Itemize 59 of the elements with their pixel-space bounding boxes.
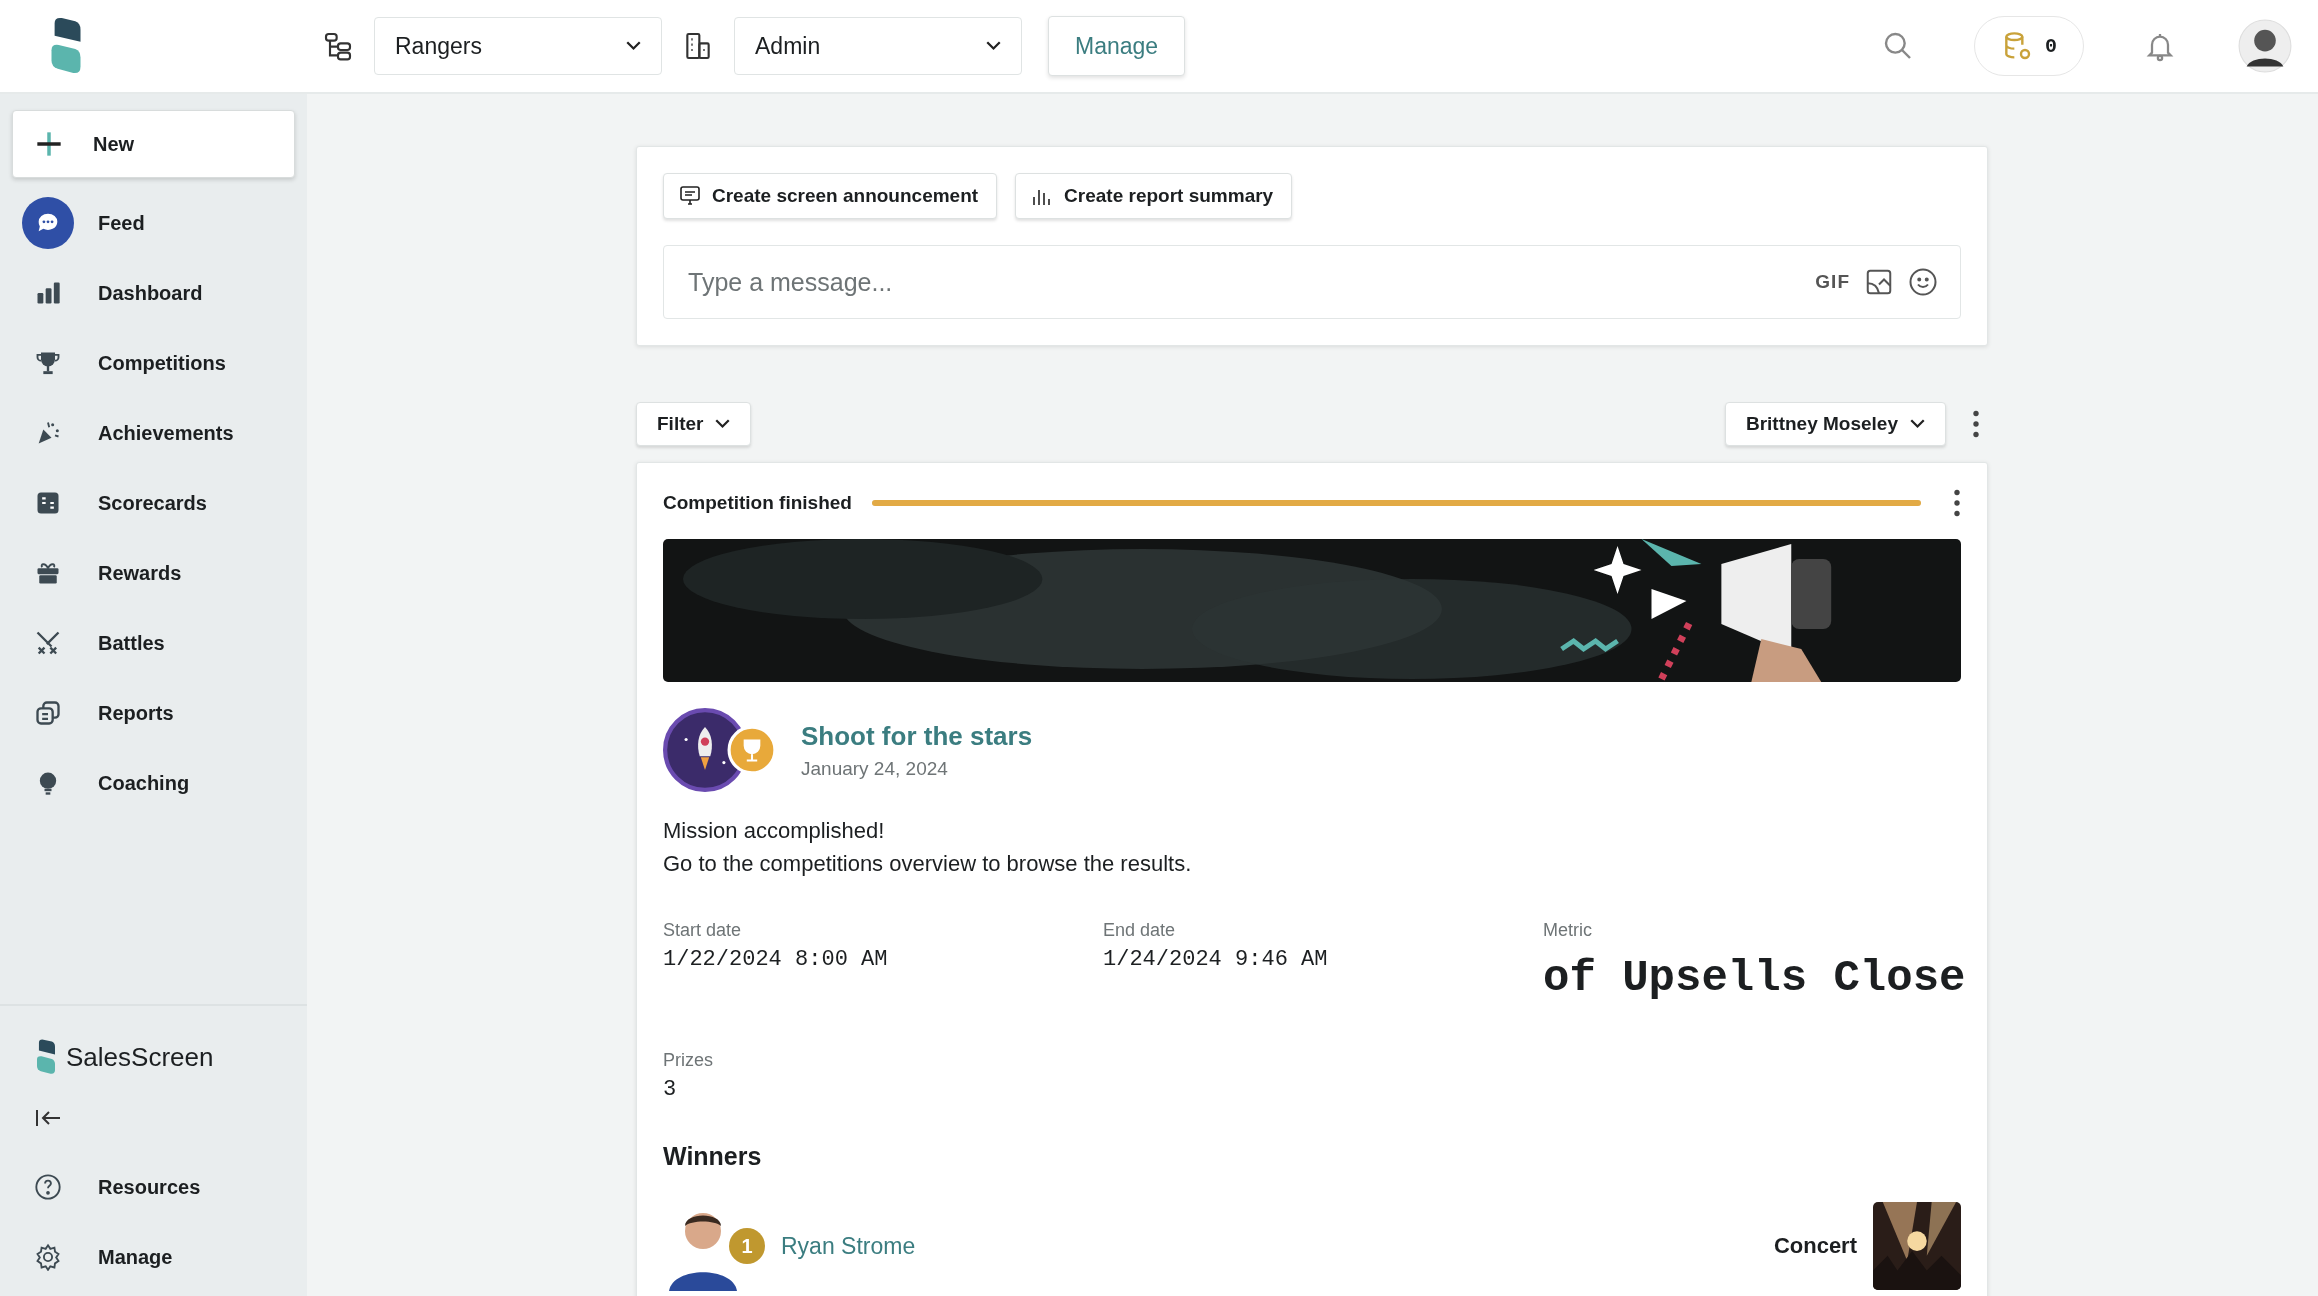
settings-icon [34, 1243, 62, 1271]
brand-name: SalesScreen [66, 1041, 214, 1073]
post-date: January 24, 2024 [801, 757, 949, 780]
nav-item[interactable]: Reports [12, 678, 295, 748]
nav-item[interactable]: Resources [12, 1152, 295, 1222]
nav-item[interactable]: Dashboard [12, 258, 295, 328]
more-icon[interactable] [1953, 489, 1961, 517]
nav-item[interactable]: Rewards [12, 538, 295, 608]
prize-name: Concert [1773, 1233, 1857, 1259]
coins-count: 0 [2045, 34, 2057, 58]
more-icon[interactable] [1972, 410, 1980, 438]
chevron-icon [1910, 419, 1925, 429]
user-select[interactable]: Brittney Moseley [1724, 402, 1946, 446]
detail-value: of Upsells Close [1543, 953, 1966, 1003]
chevron-icon [986, 41, 1001, 51]
image-icon[interactable] [1864, 267, 1894, 297]
nav-item[interactable]: Manage [12, 1222, 295, 1292]
rank-badge: 1 [729, 1228, 765, 1264]
chevron-icon [626, 41, 641, 51]
action-button[interactable]: Create report summary [1015, 173, 1293, 219]
filter-button[interactable]: Filter [636, 402, 752, 446]
crossed-swords-icon [34, 629, 62, 657]
detail-label: Metric [1543, 920, 1593, 941]
collapse-icon[interactable] [34, 1108, 62, 1128]
detail-label: End date [1103, 920, 1177, 941]
plus-icon [35, 130, 63, 158]
role-select[interactable]: Admin [734, 17, 1022, 75]
post-message: Mission accomplished! Go to the competitions overview to browse the results. [663, 817, 1193, 878]
team-select[interactable]: Rangers [374, 17, 662, 75]
detail-value: 1/24/2024 9:46 AM [1103, 947, 1329, 972]
detail-value: 3 [663, 1077, 678, 1102]
nav-item[interactable]: Competitions [12, 328, 295, 398]
screen-icon [678, 184, 702, 208]
chevron-icon [715, 419, 731, 429]
manage-button[interactable]: Manage [1048, 16, 1186, 76]
nav-item[interactable]: Battles [12, 608, 295, 678]
winner-name[interactable]: Ryan Strome [781, 1232, 916, 1260]
winners-heading: Winners [663, 1142, 763, 1171]
avatar-icon[interactable] [2238, 19, 2292, 73]
nav-item[interactable]: Feed [12, 188, 295, 258]
emoji-icon[interactable] [1908, 267, 1938, 297]
help-icon [34, 1173, 62, 1201]
logo-icon [50, 17, 82, 75]
nav-item[interactable]: Coaching [12, 748, 295, 818]
detail-label: Start date [663, 920, 743, 941]
status-label: Competition finished [663, 492, 852, 514]
nav-item[interactable]: Achievements [12, 398, 295, 468]
trophy-badge-icon [727, 725, 777, 775]
new-button[interactable]: New [12, 110, 295, 178]
logo-icon [36, 1039, 56, 1075]
message-field[interactable]: Type a message... GIF [663, 245, 1961, 319]
detail-value: 1/22/2024 8:00 AM [663, 947, 889, 972]
reports-icon [34, 699, 62, 727]
gif-button[interactable]: GIF [1815, 271, 1850, 293]
detail-label: Prizes [663, 1050, 714, 1071]
nav-item[interactable]: Scorecards [12, 468, 295, 538]
hierarchy-icon[interactable] [322, 30, 354, 62]
action-button[interactable]: Create screen announcement [663, 173, 998, 219]
competition-title[interactable]: Shoot for the stars [801, 720, 1033, 752]
